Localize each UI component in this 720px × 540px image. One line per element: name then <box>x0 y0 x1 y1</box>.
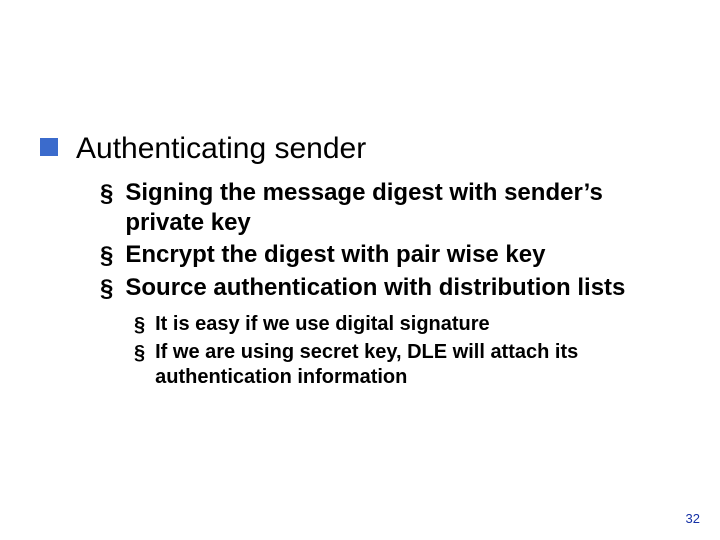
level3-text: It is easy if we use digital signature <box>155 312 490 337</box>
level2-item: § Signing the message digest with sender… <box>100 178 680 238</box>
section-bullet-icon: § <box>134 313 145 338</box>
level1-text: Authenticating sender <box>76 130 366 168</box>
page-number: 32 <box>686 511 700 526</box>
level2-text: Signing the message digest with sender’s… <box>125 178 665 238</box>
section-bullet-icon: § <box>100 179 113 209</box>
level2-item: § Source authentication with distributio… <box>100 273 680 304</box>
section-bullet-icon: § <box>100 274 113 304</box>
section-bullet-icon: § <box>134 341 145 366</box>
square-bullet-icon <box>40 138 58 156</box>
level3-list: § It is easy if we use digital signature… <box>134 312 680 390</box>
slide: Authenticating sender § Signing the mess… <box>0 0 720 540</box>
level2-text: Encrypt the digest with pair wise key <box>125 240 545 270</box>
level3-item: § It is easy if we use digital signature <box>134 312 680 338</box>
level2-list: § Signing the message digest with sender… <box>100 178 680 390</box>
level3-text: If we are using secret key, DLE will att… <box>155 340 655 390</box>
level2-item: § Encrypt the digest with pair wise key <box>100 240 680 271</box>
section-bullet-icon: § <box>100 241 113 271</box>
level1-item: Authenticating sender <box>40 130 680 168</box>
level2-text: Source authentication with distribution … <box>125 273 625 303</box>
level3-item: § If we are using secret key, DLE will a… <box>134 340 680 390</box>
